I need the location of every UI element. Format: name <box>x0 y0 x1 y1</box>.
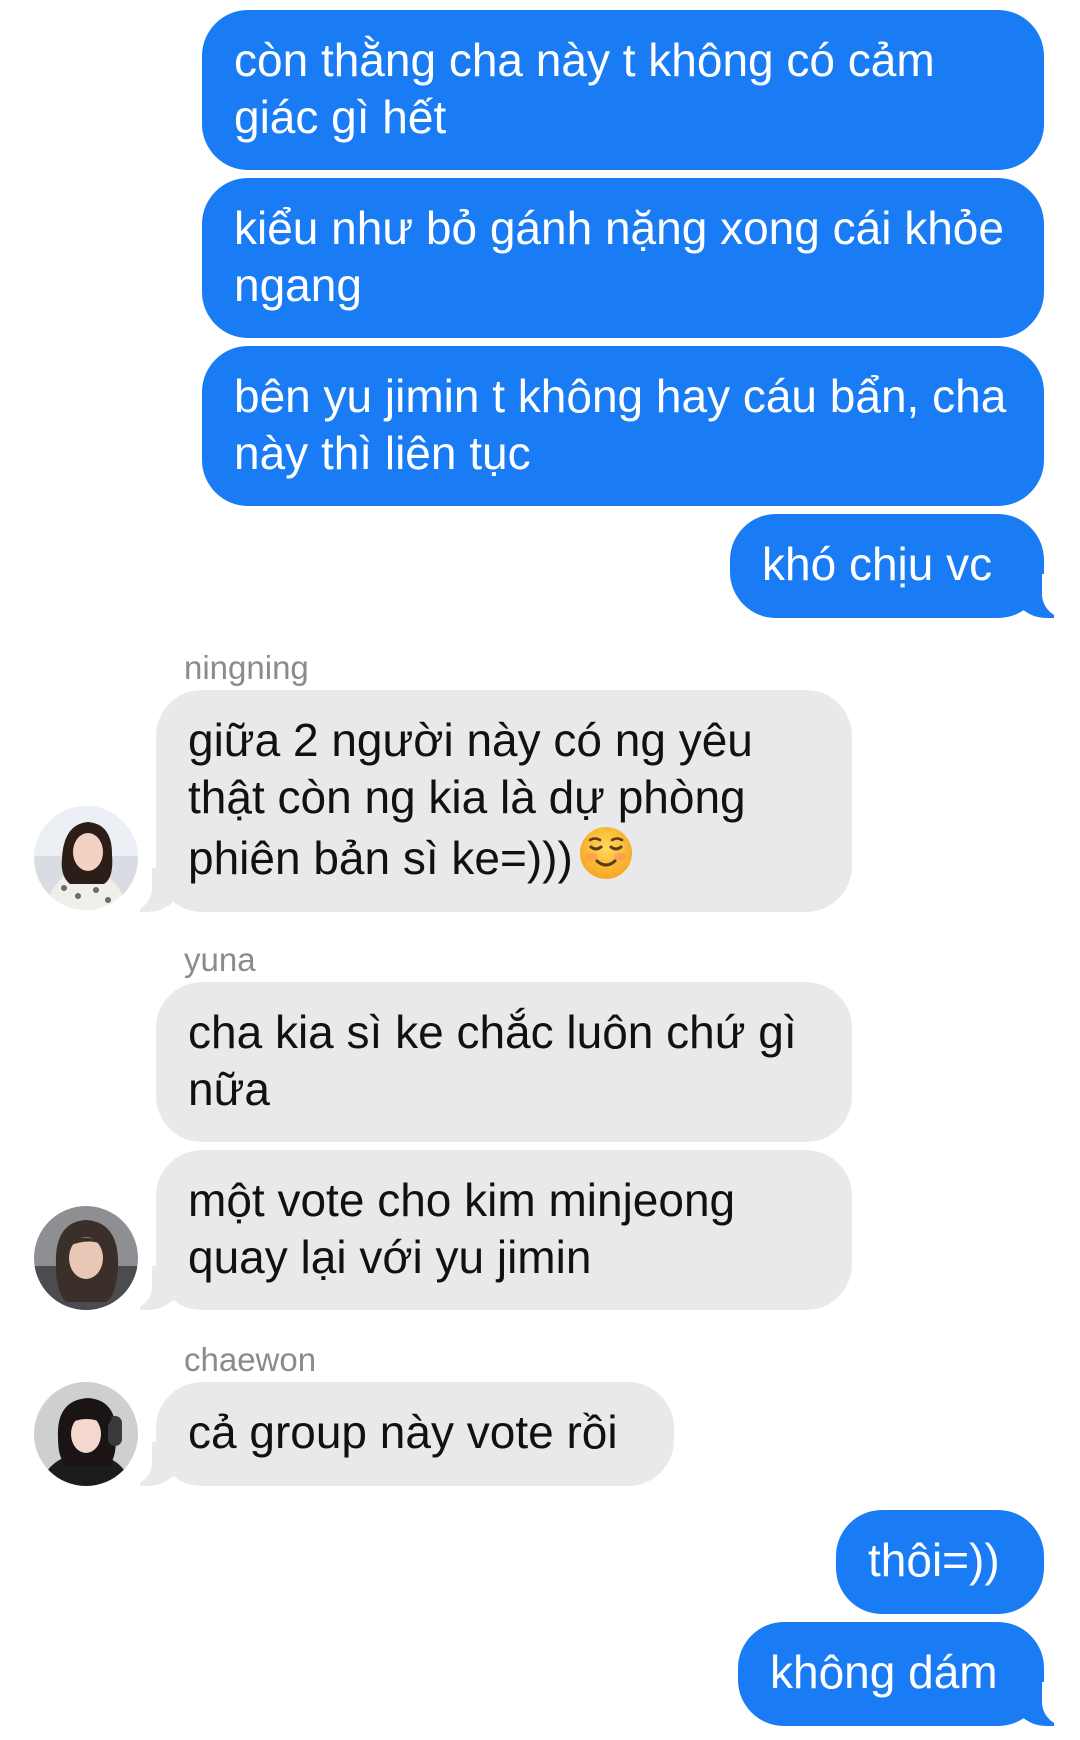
incoming-message[interactable]: cả group này vote rồi <box>156 1382 674 1486</box>
message-thread[interactable]: còn thằng cha này t không có cảm giác gì… <box>0 0 1080 1740</box>
message-text: giữa 2 người này có ng yêu thật còn ng k… <box>188 714 753 884</box>
incoming-message[interactable]: một vote cho kim minjeong quay lại với y… <box>156 1150 852 1310</box>
message-text: kiểu như bỏ gánh nặng xong cái khỏe ngan… <box>234 202 1004 311</box>
outgoing-message[interactable]: kiểu như bỏ gánh nặng xong cái khỏe ngan… <box>202 178 1044 338</box>
message-text: cha kia sì ke chắc luôn chứ gì nữa <box>188 1006 797 1115</box>
message-text: thôi=)) <box>868 1534 1000 1586</box>
avatar-chaewon[interactable] <box>34 1382 138 1486</box>
message-text: khó chịu vc <box>762 538 993 590</box>
message-text: không dám <box>770 1646 998 1698</box>
smiling-face-icon <box>579 826 633 893</box>
incoming-message[interactable]: giữa 2 người này có ng yêu thật còn ng k… <box>156 690 852 912</box>
avatar-yuna[interactable] <box>34 1206 138 1310</box>
outgoing-message[interactable]: không dám <box>738 1622 1044 1726</box>
incoming-message[interactable]: cha kia sì ke chắc luôn chứ gì nữa <box>156 982 852 1142</box>
outgoing-message[interactable]: thôi=)) <box>836 1510 1044 1614</box>
message-text: cả group này vote rồi <box>188 1406 618 1458</box>
outgoing-message[interactable]: bên yu jimin t không hay cáu bẩn, cha nà… <box>202 346 1044 506</box>
outgoing-message[interactable]: còn thằng cha này t không có cảm giác gì… <box>202 10 1044 170</box>
message-text: bên yu jimin t không hay cáu bẩn, cha nà… <box>234 370 1007 479</box>
message-text: một vote cho kim minjeong quay lại với y… <box>188 1174 736 1283</box>
avatar-ningning[interactable] <box>34 806 138 910</box>
sender-name: chaewon <box>184 1341 317 1378</box>
message-text: còn thằng cha này t không có cảm giác gì… <box>234 34 935 143</box>
outgoing-message[interactable]: khó chịu vc <box>730 514 1044 618</box>
sender-name: ningning <box>184 649 309 686</box>
sender-name: yuna <box>184 941 256 978</box>
